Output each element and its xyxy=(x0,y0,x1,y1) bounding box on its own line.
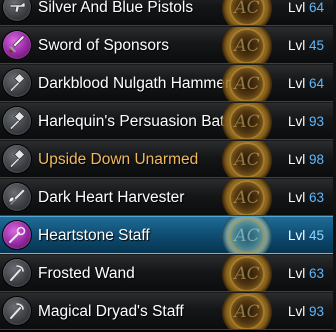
item-level: Lvl 98 xyxy=(288,141,325,177)
pistol-icon xyxy=(3,0,31,21)
inventory-item[interactable]: Dark Heart Harvester AC Lvl 63 xyxy=(0,178,336,216)
level-label: Lvl xyxy=(288,152,306,167)
level-number: 93 xyxy=(309,114,325,129)
ac-badge: AC xyxy=(222,27,272,63)
item-level: Lvl 63 xyxy=(288,255,325,291)
ac-badge: AC xyxy=(222,255,272,291)
level-label: Lvl xyxy=(288,304,306,319)
ac-badge: AC xyxy=(222,103,272,139)
level-number: 45 xyxy=(309,228,325,243)
level-label: Lvl xyxy=(288,228,306,243)
item-level: Lvl 93 xyxy=(288,293,325,329)
level-number: 64 xyxy=(309,76,325,91)
level-number: 98 xyxy=(309,152,325,167)
ac-badge-text: AC xyxy=(234,74,260,94)
ac-badge-text: AC xyxy=(234,302,260,322)
fist-icon xyxy=(3,145,31,173)
inventory-item[interactable]: Silver And Blue Pistols AC Lvl 64 xyxy=(0,0,336,26)
ac-badge-text: AC xyxy=(234,264,260,284)
ac-badge: AC xyxy=(222,141,272,177)
ac-badge: AC xyxy=(222,0,272,25)
level-number: 93 xyxy=(309,304,325,319)
inventory-item-selected[interactable]: Heartstone Staff AC Lvl 45 xyxy=(0,216,336,254)
item-level: Lvl 45 xyxy=(288,217,325,253)
item-name: Dark Heart Harvester xyxy=(38,189,185,206)
level-number: 63 xyxy=(309,190,325,205)
inventory-item[interactable]: Frosted Wand AC Lvl 63 xyxy=(0,254,336,292)
inventory-item[interactable]: Harlequin's Persuasion Bat AC Lvl 93 xyxy=(0,102,336,140)
ac-badge-text: AC xyxy=(234,188,260,208)
inventory-item[interactable]: Upside Down Unarmed AC Lvl 98 xyxy=(0,140,336,178)
ac-badge: AC xyxy=(222,293,272,329)
level-number: 64 xyxy=(309,0,325,15)
ac-badge-text: AC xyxy=(234,0,260,18)
ac-badge-text: AC xyxy=(234,150,260,170)
item-name: Sword of Sponsors xyxy=(38,37,169,54)
level-label: Lvl xyxy=(288,266,306,281)
level-label: Lvl xyxy=(288,190,306,205)
level-number: 45 xyxy=(309,38,325,53)
inventory-item[interactable]: Magical Dryad's Staff AC Lvl 93 xyxy=(0,292,336,330)
staff-icon xyxy=(3,221,31,249)
ac-badge-text: AC xyxy=(234,226,260,246)
inventory-item[interactable]: Darkblood Nulgath Hammer AC Lvl 64 xyxy=(0,64,336,102)
ac-badge-text: AC xyxy=(234,36,260,56)
mace-icon xyxy=(3,107,31,135)
staff-icon xyxy=(3,297,31,325)
level-label: Lvl xyxy=(288,76,306,91)
hammer-icon xyxy=(3,69,31,97)
item-name: Upside Down Unarmed xyxy=(38,151,199,168)
item-name: Silver And Blue Pistols xyxy=(38,0,194,16)
ac-badge: AC xyxy=(222,179,272,215)
inventory-item[interactable]: Sword of Sponsors AC Lvl 45 xyxy=(0,26,336,64)
item-level: Lvl 64 xyxy=(288,0,325,25)
level-number: 63 xyxy=(309,266,325,281)
item-name: Frosted Wand xyxy=(38,265,135,282)
axe-icon xyxy=(3,183,31,211)
item-level: Lvl 63 xyxy=(288,179,325,215)
item-level: Lvl 64 xyxy=(288,65,325,101)
item-level: Lvl 45 xyxy=(288,27,325,63)
sword-icon xyxy=(3,31,31,59)
inventory-list: Silver And Blue Pistols AC Lvl 64 Sword … xyxy=(0,0,336,332)
item-level: Lvl 93 xyxy=(288,103,325,139)
ac-badge-text: AC xyxy=(234,112,260,132)
item-name: Darkblood Nulgath Hammer xyxy=(38,75,231,92)
level-label: Lvl xyxy=(288,0,306,15)
level-label: Lvl xyxy=(288,38,306,53)
item-name: Harlequin's Persuasion Bat xyxy=(38,113,225,130)
item-name: Heartstone Staff xyxy=(38,227,150,244)
item-name: Magical Dryad's Staff xyxy=(38,303,184,320)
ac-badge: AC xyxy=(222,65,272,101)
wand-icon xyxy=(3,259,31,287)
ac-badge: AC xyxy=(222,217,272,253)
level-label: Lvl xyxy=(288,114,306,129)
